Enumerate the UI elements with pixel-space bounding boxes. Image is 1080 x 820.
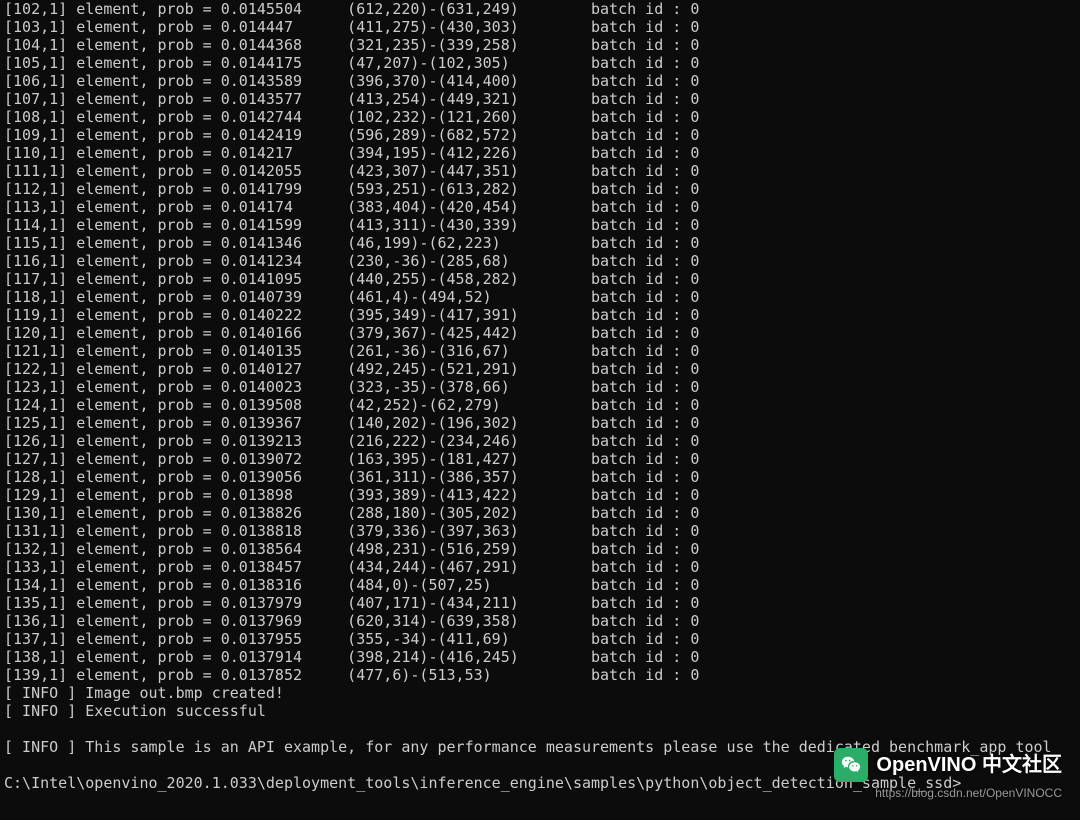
detection-row: [128,1] element, prob = 0.0139056 (361,3… (4, 468, 1076, 486)
detection-row: [120,1] element, prob = 0.0140166 (379,3… (4, 324, 1076, 342)
detection-row: [118,1] element, prob = 0.0140739 (461,4… (4, 288, 1076, 306)
detection-row: [108,1] element, prob = 0.0142744 (102,2… (4, 108, 1076, 126)
info-execution-successful: [ INFO ] Execution successful (4, 702, 1076, 720)
detection-row: [114,1] element, prob = 0.0141599 (413,3… (4, 216, 1076, 234)
detection-row: [123,1] element, prob = 0.0140023 (323,-… (4, 378, 1076, 396)
detection-row: [111,1] element, prob = 0.0142055 (423,3… (4, 162, 1076, 180)
detection-row: [104,1] element, prob = 0.0144368 (321,2… (4, 36, 1076, 54)
detection-row: [116,1] element, prob = 0.0141234 (230,-… (4, 252, 1076, 270)
info-image-created: [ INFO ] Image out.bmp created! (4, 684, 1076, 702)
detection-row: [138,1] element, prob = 0.0137914 (398,2… (4, 648, 1076, 666)
detection-row: [112,1] element, prob = 0.0141799 (593,2… (4, 180, 1076, 198)
detection-row: [129,1] element, prob = 0.013898 (393,38… (4, 486, 1076, 504)
detection-row: [126,1] element, prob = 0.0139213 (216,2… (4, 432, 1076, 450)
detection-row: [121,1] element, prob = 0.0140135 (261,-… (4, 342, 1076, 360)
detection-row: [102,1] element, prob = 0.0145504 (612,2… (4, 0, 1076, 18)
detection-row: [136,1] element, prob = 0.0137969 (620,3… (4, 612, 1076, 630)
detection-row: [139,1] element, prob = 0.0137852 (477,6… (4, 666, 1076, 684)
detection-row: [117,1] element, prob = 0.0141095 (440,2… (4, 270, 1076, 288)
detection-row: [115,1] element, prob = 0.0141346 (46,19… (4, 234, 1076, 252)
detection-row: [110,1] element, prob = 0.014217 (394,19… (4, 144, 1076, 162)
detection-row: [131,1] element, prob = 0.0138818 (379,3… (4, 522, 1076, 540)
detection-row: [107,1] element, prob = 0.0143577 (413,2… (4, 90, 1076, 108)
detection-row: [132,1] element, prob = 0.0138564 (498,2… (4, 540, 1076, 558)
detection-row: [135,1] element, prob = 0.0137979 (407,1… (4, 594, 1076, 612)
blank-line (4, 720, 1076, 738)
detection-row: [109,1] element, prob = 0.0142419 (596,2… (4, 126, 1076, 144)
detection-row: [125,1] element, prob = 0.0139367 (140,2… (4, 414, 1076, 432)
detection-row: [122,1] element, prob = 0.0140127 (492,2… (4, 360, 1076, 378)
detection-row: [134,1] element, prob = 0.0138316 (484,0… (4, 576, 1076, 594)
detection-row: [119,1] element, prob = 0.0140222 (395,3… (4, 306, 1076, 324)
blank-line (4, 756, 1076, 774)
detection-row: [103,1] element, prob = 0.014447 (411,27… (4, 18, 1076, 36)
command-prompt: C:\Intel\openvino_2020.1.033\deployment_… (4, 774, 1076, 792)
detection-row: [124,1] element, prob = 0.0139508 (42,25… (4, 396, 1076, 414)
detection-row: [127,1] element, prob = 0.0139072 (163,3… (4, 450, 1076, 468)
detection-row: [113,1] element, prob = 0.014174 (383,40… (4, 198, 1076, 216)
info-api-note: [ INFO ] This sample is an API example, … (4, 738, 1076, 756)
detection-row: [130,1] element, prob = 0.0138826 (288,1… (4, 504, 1076, 522)
detection-row: [133,1] element, prob = 0.0138457 (434,2… (4, 558, 1076, 576)
detection-row: [137,1] element, prob = 0.0137955 (355,-… (4, 630, 1076, 648)
detection-row: [106,1] element, prob = 0.0143589 (396,3… (4, 72, 1076, 90)
detection-row: [105,1] element, prob = 0.0144175 (47,20… (4, 54, 1076, 72)
terminal-output: [102,1] element, prob = 0.0145504 (612,2… (0, 0, 1080, 792)
